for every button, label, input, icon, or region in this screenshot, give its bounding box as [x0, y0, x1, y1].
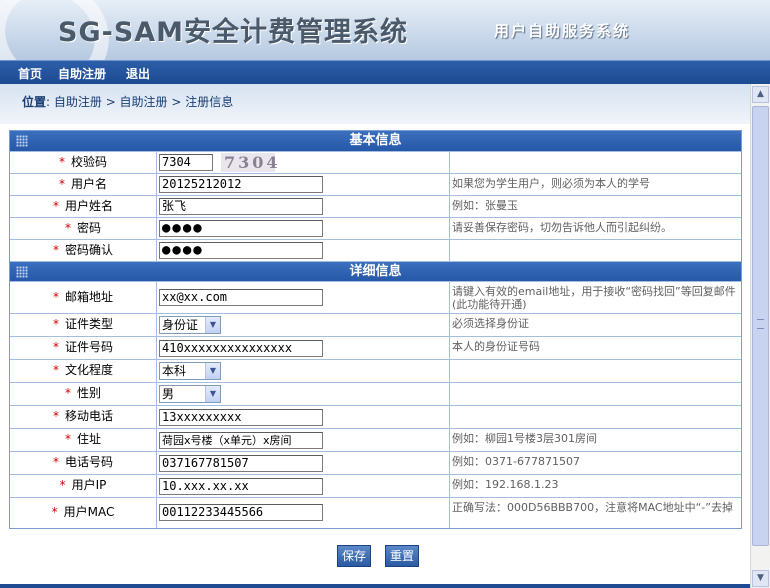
- section-title: 基本信息: [349, 133, 402, 148]
- password-input[interactable]: ●●●●: [159, 220, 323, 237]
- education-select[interactable]: 本科 ▼: [159, 362, 221, 380]
- row-email: * 邮箱地址 xx@xx.com 请键入有效的email地址，用于接收“密码找回”…: [10, 281, 741, 313]
- field-hint: 例如：0371-677871507: [452, 455, 580, 468]
- nav-home[interactable]: 首页: [18, 65, 42, 82]
- row-mac: * 用户MAC 00112233445566 正确写法：000D56BBB700，…: [10, 497, 741, 528]
- row-realname: * 用户姓名 张飞 例如：张曼玉: [10, 195, 741, 217]
- id-number-input[interactable]: 410xxxxxxxxxxxxxxx: [159, 340, 323, 357]
- field-label: * 邮箱地址: [10, 282, 157, 313]
- field-label: * 电话号码: [10, 452, 157, 474]
- required-star-icon: *: [58, 177, 65, 191]
- breadcrumb-label: 位置: [22, 95, 47, 109]
- registration-form: 基本信息 * 校验码 7304 7304 * 用户名 20125212012 如果您…: [9, 130, 742, 529]
- vertical-scrollbar[interactable]: ▲ ▼: [750, 84, 770, 588]
- field-label: * 密码: [10, 218, 157, 239]
- field-label: * 用户MAC: [10, 498, 157, 528]
- chevron-down-icon[interactable]: ▼: [205, 363, 220, 379]
- row-captcha: * 校验码 7304 7304: [10, 151, 741, 173]
- field-hint: 请键入有效的email地址，用于接收“密码找回”等回复邮件(此功能待开通): [452, 285, 736, 311]
- row-address: * 住址 荷园x号楼（x单元）x房间 例如：柳园1号楼3层301房间: [10, 428, 741, 451]
- row-password-confirm: * 密码确认 ●●●●: [10, 239, 741, 261]
- email-input[interactable]: xx@xx.com: [159, 289, 323, 306]
- field-hint: 正确写法：000D56BBB700，注意将MAC地址中“-”去掉: [452, 501, 733, 514]
- nav-self-register[interactable]: 自助注册: [58, 65, 106, 82]
- ip-input[interactable]: 10.xxx.xx.xx: [159, 478, 323, 495]
- captcha-image[interactable]: 7304: [221, 153, 278, 172]
- footer-bar: [0, 584, 750, 588]
- field-label: * 移动电话: [10, 406, 157, 428]
- field-label: * 用户名: [10, 174, 157, 195]
- scroll-thumb[interactable]: [752, 106, 769, 546]
- save-button[interactable]: 保存: [337, 545, 372, 567]
- section-header-basic: 基本信息: [10, 131, 741, 151]
- password-confirm-input[interactable]: ●●●●: [159, 242, 323, 259]
- required-star-icon: *: [64, 221, 71, 235]
- field-label: * 文化程度: [10, 360, 157, 382]
- scroll-up-arrow-icon[interactable]: ▲: [752, 86, 769, 103]
- reset-button[interactable]: 重置: [385, 545, 420, 567]
- field-label: * 证件类型: [10, 314, 157, 336]
- row-id-type: * 证件类型 身份证 ▼ 必须选择身份证: [10, 313, 741, 336]
- mac-input[interactable]: 00112233445566: [159, 504, 323, 521]
- grip-dots-icon: [16, 135, 28, 147]
- gender-select[interactable]: 男 ▼: [159, 385, 221, 403]
- row-id-number: * 证件号码 410xxxxxxxxxxxxxxx 本人的身份证号码: [10, 336, 741, 359]
- section-title: 详细信息: [349, 264, 402, 279]
- field-hint: 本人的身份证号码: [452, 340, 540, 353]
- required-star-icon: *: [52, 317, 59, 331]
- realname-input[interactable]: 张飞: [159, 198, 323, 215]
- chevron-down-icon[interactable]: ▼: [205, 317, 220, 333]
- required-star-icon: *: [59, 478, 66, 492]
- field-hint: 例如：张曼玉: [452, 199, 518, 212]
- required-star-icon: *: [52, 290, 59, 304]
- captcha-input[interactable]: 7304: [159, 154, 213, 171]
- row-mobile: * 移动电话 13xxxxxxxxx: [10, 405, 741, 428]
- field-label: * 性别: [10, 383, 157, 405]
- field-label: * 住址: [10, 429, 157, 451]
- field-label: * 校验码: [10, 152, 157, 173]
- id-type-select[interactable]: 身份证 ▼: [159, 316, 221, 334]
- field-label: * 证件号码: [10, 337, 157, 359]
- row-password: * 密码 ●●●● 请妥善保存密码，切勿告诉他人而引起纠纷。: [10, 217, 741, 239]
- required-star-icon: *: [52, 455, 59, 469]
- field-hint: 例如：柳园1号楼3层301房间: [452, 432, 597, 445]
- app-logo-title: SG-SAM安全计费管理系统: [58, 17, 409, 48]
- top-nav: 首页 自助注册 退出: [0, 60, 770, 84]
- required-star-icon: *: [58, 155, 65, 169]
- row-ip: * 用户IP 10.xxx.xx.xx 例如：192.168.1.23: [10, 474, 741, 497]
- scroll-down-arrow-icon[interactable]: ▼: [752, 570, 769, 587]
- section-header-detail: 详细信息: [10, 261, 741, 281]
- username-input[interactable]: 20125212012: [159, 176, 323, 193]
- field-hint: 请妥善保存密码，切勿告诉他人而引起纠纷。: [452, 221, 672, 234]
- field-label: * 用户IP: [10, 475, 157, 497]
- address-input[interactable]: 荷园x号楼（x单元）x房间: [159, 432, 323, 449]
- breadcrumb-path: : 自助注册 > 自助注册 > 注册信息: [46, 95, 234, 109]
- app-subtitle: 用户自助服务系统: [494, 22, 631, 40]
- required-star-icon: *: [64, 432, 71, 446]
- field-label: * 密码确认: [10, 240, 157, 261]
- required-star-icon: *: [51, 505, 58, 519]
- breadcrumb-bar: 位置: 自助注册 > 自助注册 > 注册信息: [0, 84, 750, 124]
- phone-input[interactable]: 037167781507: [159, 455, 323, 472]
- field-hint: 必须选择身份证: [452, 317, 529, 330]
- field-label: * 用户姓名: [10, 196, 157, 217]
- grip-dots-icon: [16, 266, 28, 278]
- row-education: * 文化程度 本科 ▼: [10, 359, 741, 382]
- nav-logout[interactable]: 退出: [126, 65, 150, 82]
- field-hint: 如果您为学生用户，则必须为本人的学号: [452, 177, 650, 190]
- required-star-icon: *: [52, 243, 59, 257]
- row-gender: * 性别 男 ▼: [10, 382, 741, 405]
- required-star-icon: *: [52, 199, 59, 213]
- mobile-input[interactable]: 13xxxxxxxxx: [159, 409, 323, 426]
- breadcrumb: 位置: 自助注册 > 自助注册 > 注册信息: [22, 93, 233, 110]
- row-username: * 用户名 20125212012 如果您为学生用户，则必须为本人的学号: [10, 173, 741, 195]
- chevron-down-icon[interactable]: ▼: [205, 386, 220, 402]
- required-star-icon: *: [52, 409, 59, 423]
- required-star-icon: *: [52, 363, 59, 377]
- required-star-icon: *: [64, 386, 71, 400]
- required-star-icon: *: [52, 340, 59, 354]
- row-phone: * 电话号码 037167781507 例如：0371-677871507: [10, 451, 741, 474]
- field-hint: 例如：192.168.1.23: [452, 478, 559, 491]
- header-banner: SG-SAM安全计费管理系统 用户自助服务系统: [0, 0, 770, 60]
